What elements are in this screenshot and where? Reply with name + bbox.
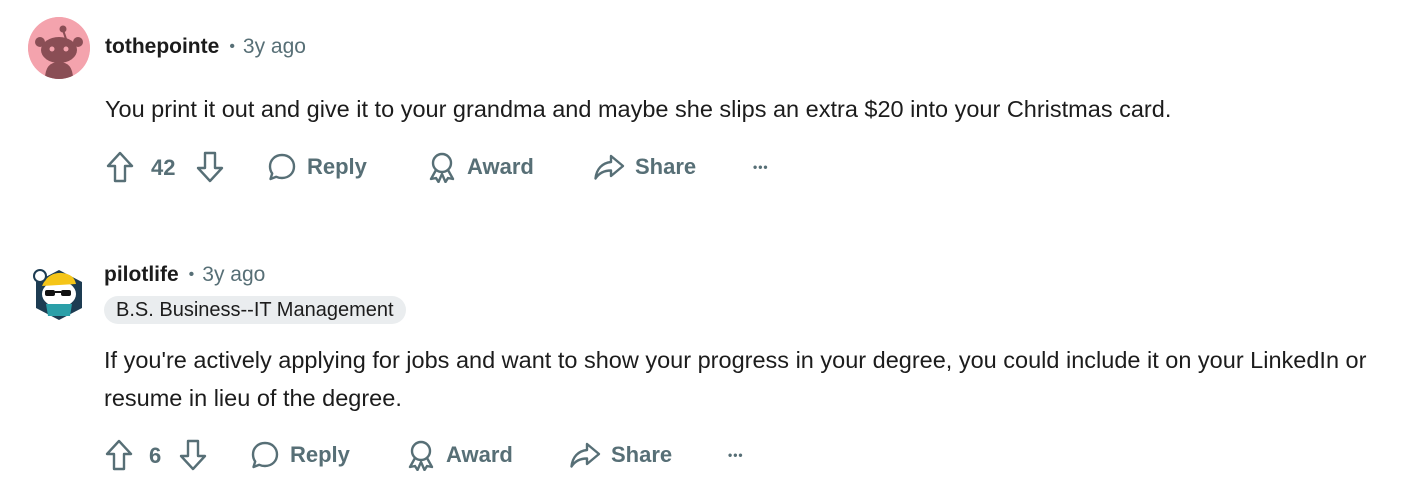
upvote-arrow-icon <box>105 439 133 471</box>
award-button[interactable]: Award <box>406 435 513 475</box>
vote-score: 42 <box>151 155 176 180</box>
downvote-button[interactable] <box>178 435 208 475</box>
share-label: Share <box>611 442 673 467</box>
avatar[interactable] <box>28 260 88 322</box>
upvote-button[interactable] <box>105 147 135 187</box>
separator-dot: • <box>188 266 195 283</box>
username[interactable]: pilotlife <box>104 263 179 287</box>
award-label: Award <box>446 442 513 467</box>
more-options-button[interactable]: ••• <box>728 435 744 475</box>
vote-score: 6 <box>149 443 162 468</box>
upvote-arrow-icon <box>106 151 134 183</box>
comment: tothepointe • 3y ago You print it out an… <box>0 0 1408 220</box>
reply-label: Reply <box>307 154 367 179</box>
comment-bubble-icon <box>268 153 296 181</box>
share-button[interactable]: Share <box>569 435 672 475</box>
separator-dot: • <box>229 38 235 55</box>
award-ribbon-icon <box>408 440 434 471</box>
comment-body: If you're actively applying for jobs and… <box>104 347 1367 411</box>
snoo-pilot-avatar-icon <box>33 269 82 320</box>
downvote-arrow-icon <box>196 151 224 183</box>
comment-meta: tothepointe • 3y ago <box>105 35 306 59</box>
username[interactable]: tothepointe <box>105 35 219 59</box>
timestamp[interactable]: 3y ago <box>243 35 306 59</box>
user-flair: B.S. Business--IT Management <box>104 296 406 324</box>
reply-button[interactable]: Reply <box>250 435 350 475</box>
reply-button[interactable]: Reply <box>267 147 367 187</box>
comment-bubble-icon <box>251 441 279 469</box>
more-options-button[interactable]: ••• <box>753 147 769 187</box>
upvote-button[interactable] <box>104 435 134 475</box>
comment-meta: pilotlife • 3y ago <box>104 263 265 287</box>
downvote-arrow-icon <box>179 439 207 471</box>
share-arrow-icon <box>594 154 625 180</box>
reply-label: Reply <box>290 442 350 467</box>
avatar[interactable] <box>28 17 90 79</box>
comment-body: You print it out and give it to your gra… <box>105 96 1172 122</box>
award-ribbon-icon <box>429 152 455 183</box>
snoo-avatar-icon <box>28 17 90 79</box>
share-label: Share <box>635 154 697 179</box>
share-button[interactable]: Share <box>593 147 696 187</box>
timestamp[interactable]: 3y ago <box>202 263 265 287</box>
award-label: Award <box>467 154 534 179</box>
more-options-icon: ••• <box>753 160 769 174</box>
more-options-icon: ••• <box>728 448 744 462</box>
share-arrow-icon <box>570 442 601 468</box>
downvote-button[interactable] <box>195 147 225 187</box>
comment: pilotlife • 3y ago B.S. Business--IT Man… <box>0 250 1408 496</box>
award-button[interactable]: Award <box>427 147 534 187</box>
